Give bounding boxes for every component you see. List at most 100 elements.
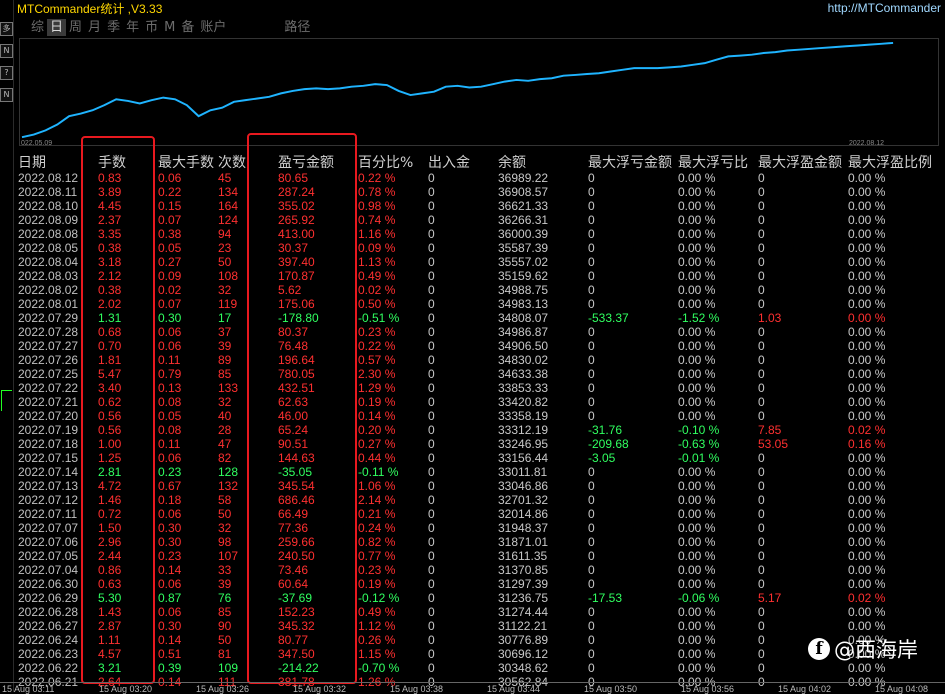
col-header-pct[interactable]: 百分比% [358, 152, 413, 171]
cell-max-float-profit-amt: 0 [758, 325, 765, 339]
time-axis: 15 Aug 03:11 15 Aug 03:20 15 Aug 03:26 15 A… [0, 682, 945, 694]
cell-max-float-profit-amt: 0 [758, 269, 765, 283]
col-header-deposit[interactable]: 出入金 [428, 152, 470, 171]
table-row[interactable]: 2022.06.29 5.30 0.87 76 -37.69 -0.12 % 0 31236.… [18, 591, 945, 605]
table-row[interactable]: 2022.07.21 0.62 0.08 32 62.63 0.19 % 0 33420.82… [18, 395, 945, 409]
path-button[interactable]: 路径 [281, 19, 313, 36]
col-header-date[interactable]: 日期 [18, 152, 46, 171]
col-header-max-float-loss-pct[interactable]: 最大浮亏比 [678, 152, 758, 170]
tab-yearly[interactable]: 年 [123, 19, 142, 36]
col-header-max-float-loss-amt[interactable]: 最大浮亏金额 [588, 152, 678, 170]
cell-max-float-profit-amt: 0 [758, 479, 765, 493]
table-row[interactable]: 2022.07.14 2.81 0.23 128 -35.05 -0.11 % 0 33011… [18, 465, 945, 479]
tab-m[interactable]: M [161, 19, 178, 36]
cell-pct: -0.70 % [358, 661, 400, 675]
table-row[interactable]: 2022.08.04 3.18 0.27 50 397.40 1.13 % 0 35557.0… [18, 255, 945, 269]
table-row[interactable]: 2022.07.07 1.50 0.30 32 77.36 0.24 % 0 31948.37… [18, 521, 945, 535]
table-row[interactable]: 2022.07.11 0.72 0.06 50 66.49 0.21 % 0 32014.86… [18, 507, 945, 521]
cell-max-float-loss-amt: 0 [588, 353, 595, 367]
side-button-3[interactable]: N [0, 88, 13, 102]
tab-monthly[interactable]: 月 [85, 19, 104, 36]
table-row[interactable]: 2022.06.23 4.57 0.51 81 347.50 1.15 % 0 30696.1… [18, 647, 945, 661]
cell-max-float-profit-pct: 0.16 % [848, 437, 886, 451]
cell-deposit: 0 [428, 199, 435, 213]
cell-max-float-loss-amt: 0 [588, 563, 595, 577]
left-tool-strip: 多 N ? N [0, 0, 14, 692]
col-header-count[interactable]: 次数 [218, 152, 246, 171]
table-row[interactable]: 2022.07.22 3.40 0.13 133 432.51 1.29 % 0 33853.… [18, 381, 945, 395]
side-button-2[interactable]: ? [0, 66, 13, 80]
cell-max-float-loss-amt: 0 [588, 283, 595, 297]
cell-max-float-loss-pct: 0.00 % [678, 647, 716, 661]
table-row[interactable]: 2022.08.10 4.45 0.15 164 355.02 0.98 % 0 36621.… [18, 199, 945, 213]
cell-balance: 34808.07 [498, 311, 549, 325]
table-row[interactable]: 2022.06.27 2.87 0.30 90 345.32 1.12 % 0 31122.2… [18, 619, 945, 633]
cell-pct: 1.06 % [358, 479, 396, 493]
url-link[interactable]: http://MTCommander [828, 1, 941, 15]
cell-max-float-loss-amt: 0 [588, 297, 595, 311]
table-row[interactable]: 2022.07.13 4.72 0.67 132 345.54 1.06 % 0 33046.… [18, 479, 945, 493]
table-row[interactable]: 2022.06.30 0.63 0.06 39 60.64 0.19 % 0 31297.39… [18, 577, 945, 591]
table-row[interactable]: 2022.07.12 1.46 0.18 58 686.46 2.14 % 0 32701.3… [18, 493, 945, 507]
cell-pct: 0.57 % [358, 353, 396, 367]
side-button-0[interactable]: 多 [0, 22, 13, 36]
chart-start-date: 022.05.09 [21, 140, 53, 147]
tab-backup[interactable]: 备 [178, 19, 197, 36]
cell-max-float-profit-amt: 0 [758, 171, 765, 185]
table-row[interactable]: 2022.07.06 2.96 0.30 98 259.66 0.82 % 0 31871.0… [18, 535, 945, 549]
equity-chart [19, 38, 939, 146]
col-header-max-float-profit-pct[interactable]: 最大浮盈比例 [848, 152, 945, 170]
tab-summary[interactable]: 综 [28, 19, 47, 36]
table-row[interactable]: 2022.06.28 1.43 0.06 85 152.23 0.49 % 0 31274.4… [18, 605, 945, 619]
table-row[interactable]: 2022.08.03 2.12 0.09 108 170.87 0.49 % 0 35159.… [18, 269, 945, 283]
table-row[interactable]: 2022.08.05 0.38 0.05 23 30.37 0.09 % 0 35587.39… [18, 241, 945, 255]
tab-quarterly[interactable]: 季 [104, 19, 123, 36]
tab-account[interactable]: 账户 [197, 19, 229, 36]
cell-max-lots: 0.08 [158, 395, 182, 409]
table-row[interactable]: 2022.07.29 1.31 0.30 17 -178.80 -0.51 % 0 34808… [18, 311, 945, 325]
cell-deposit: 0 [428, 535, 435, 549]
cell-deposit: 0 [428, 619, 435, 633]
table-row[interactable]: 2022.07.19 0.56 0.08 28 65.24 0.20 % 0 33312.19… [18, 423, 945, 437]
table-row[interactable]: 2022.06.24 1.11 0.14 50 80.77 0.26 % 0 30776.89… [18, 633, 945, 647]
table-row[interactable]: 2022.07.18 1.00 0.11 47 90.51 0.27 % 0 33246.95… [18, 437, 945, 451]
cell-date: 2022.08.05 [18, 241, 79, 255]
table-row[interactable]: 2022.08.08 3.35 0.38 94 413.00 1.16 % 0 36000.3… [18, 227, 945, 241]
cell-max-float-loss-amt: 0 [588, 535, 595, 549]
col-header-max-lots[interactable]: 最大手数 [158, 152, 214, 171]
time-axis-label: 15 Aug 03:56 [681, 684, 735, 694]
table-row[interactable]: 2022.07.27 0.70 0.06 39 76.48 0.22 % 0 34906.50… [18, 339, 945, 353]
table-row[interactable]: 2022.07.25 5.47 0.79 85 780.05 2.30 % 0 34633.3… [18, 367, 945, 381]
cell-max-lots: 0.22 [158, 185, 182, 199]
table-row[interactable]: 2022.07.05 2.44 0.23 107 240.50 0.77 % 0 31611.… [18, 549, 945, 563]
tab-daily[interactable]: 日 [47, 19, 67, 36]
col-header-balance[interactable]: 余额 [498, 152, 526, 171]
table-row[interactable]: 2022.06.22 3.21 0.39 109 -214.22 -0.70 % 0 3034… [18, 661, 945, 675]
cell-count: 82 [218, 451, 232, 465]
window-title: MTCommander统计 ,V3.33 [17, 2, 163, 16]
tab-weekly[interactable]: 周 [66, 19, 85, 36]
table-row[interactable]: 2022.08.11 3.89 0.22 134 287.24 0.78 % 0 36908.… [18, 185, 945, 199]
table-row[interactable]: 2022.08.12 0.83 0.06 45 80.65 0.22 % 0 36989.22… [18, 171, 945, 185]
equity-chart-svg [21, 41, 894, 139]
table-row[interactable]: 2022.08.02 0.38 0.02 32 5.62 0.02 % 0 34988.75 0… [18, 283, 945, 297]
side-button-1[interactable]: N [0, 44, 13, 58]
cell-date: 2022.06.24 [18, 633, 79, 647]
cell-count: 133 [218, 381, 239, 395]
table-row[interactable]: 2022.07.20 0.56 0.05 40 46.00 0.14 % 0 33358.19… [18, 409, 945, 423]
cell-max-lots: 0.05 [158, 409, 182, 423]
tab-currency[interactable]: 币 [142, 19, 161, 36]
table-row[interactable]: 2022.08.09 2.37 0.07 124 265.92 0.74 % 0 36266.… [18, 213, 945, 227]
cell-max-float-profit-pct: 0.00 % [848, 227, 886, 241]
cell-max-lots: 0.27 [158, 255, 182, 269]
cell-deposit: 0 [428, 493, 435, 507]
table-row[interactable]: 2022.08.01 2.02 0.07 119 175.06 0.50 % 0 34983.… [18, 297, 945, 311]
table-row[interactable]: 2022.07.15 1.25 0.06 82 144.63 0.44 % 0 33156.4… [18, 451, 945, 465]
table-row[interactable]: 2022.07.28 0.68 0.06 37 80.37 0.23 % 0 34986.87… [18, 325, 945, 339]
table-row[interactable]: 2022.07.26 1.81 0.11 89 196.64 0.57 % 0 34830.0… [18, 353, 945, 367]
col-header-max-float-profit-amt[interactable]: 最大浮盈金额 [758, 152, 848, 170]
equity-line [21, 41, 894, 139]
table-row[interactable]: 2022.07.04 0.86 0.14 33 73.46 0.23 % 0 31370.85… [18, 563, 945, 577]
cell-count: 58 [218, 493, 232, 507]
cell-max-float-profit-amt: 0 [758, 451, 765, 465]
